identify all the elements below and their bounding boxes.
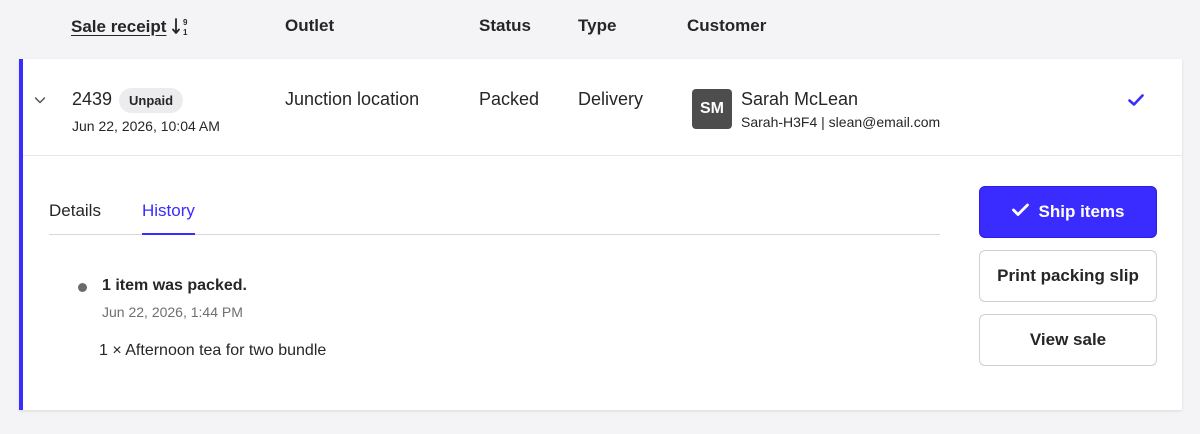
ship-items-label: Ship items <box>1038 202 1125 221</box>
column-header-sale-receipt-label: Sale receipt <box>71 17 167 36</box>
column-header-type: Type <box>578 16 617 35</box>
timeline-dot <box>78 283 87 292</box>
svg-text:9: 9 <box>183 18 188 27</box>
column-header-customer: Customer <box>687 16 767 35</box>
column-header-sale-receipt[interactable]: Sale receipt 9 1 <box>71 16 190 38</box>
history-event-time: Jun 22, 2026, 1:44 PM <box>102 304 243 320</box>
column-header-status: Status <box>479 16 531 35</box>
svg-text:1: 1 <box>183 28 188 37</box>
view-sale-button[interactable]: View sale <box>979 314 1157 366</box>
tab-details[interactable]: Details <box>49 201 101 233</box>
status-value: Packed <box>479 89 540 109</box>
customer-details: Sarah-H3F4 | slean@email.com <box>741 114 941 130</box>
sort-numeric-icon[interactable]: 9 1 <box>172 16 190 38</box>
checkmark-icon <box>1011 202 1029 222</box>
table-header: Sale receipt 9 1 Outlet Status Type Cust… <box>0 0 1200 58</box>
customer-name: Sarah McLean <box>741 89 859 109</box>
table-row[interactable]: 2439 Unpaid Jun 22, 2026, 10:04 AM Junct… <box>23 59 1182 156</box>
chevron-down-icon[interactable] <box>33 93 47 107</box>
detail-tabs: Details History <box>49 199 940 235</box>
history-event-title: 1 item was packed. <box>102 277 247 294</box>
print-packing-slip-button[interactable]: Print packing slip <box>979 250 1157 302</box>
column-header-outlet: Outlet <box>285 16 335 35</box>
status-badge: Unpaid <box>119 88 184 113</box>
receipt-number: 2439 <box>72 89 113 109</box>
avatar: SM <box>692 89 732 129</box>
receipt-date: Jun 22, 2026, 10:04 AM <box>72 118 220 134</box>
outlet-value: Junction location <box>285 89 420 109</box>
sale-row-expanded: 2439 Unpaid Jun 22, 2026, 10:04 AM Junct… <box>19 59 1182 410</box>
ship-items-button[interactable]: Ship items <box>979 186 1157 238</box>
history-event-item: 1 × Afternoon tea for two bundle <box>99 342 327 359</box>
checkmark-icon <box>1126 90 1146 110</box>
type-value: Delivery <box>578 89 644 109</box>
tab-history[interactable]: History <box>142 201 195 235</box>
